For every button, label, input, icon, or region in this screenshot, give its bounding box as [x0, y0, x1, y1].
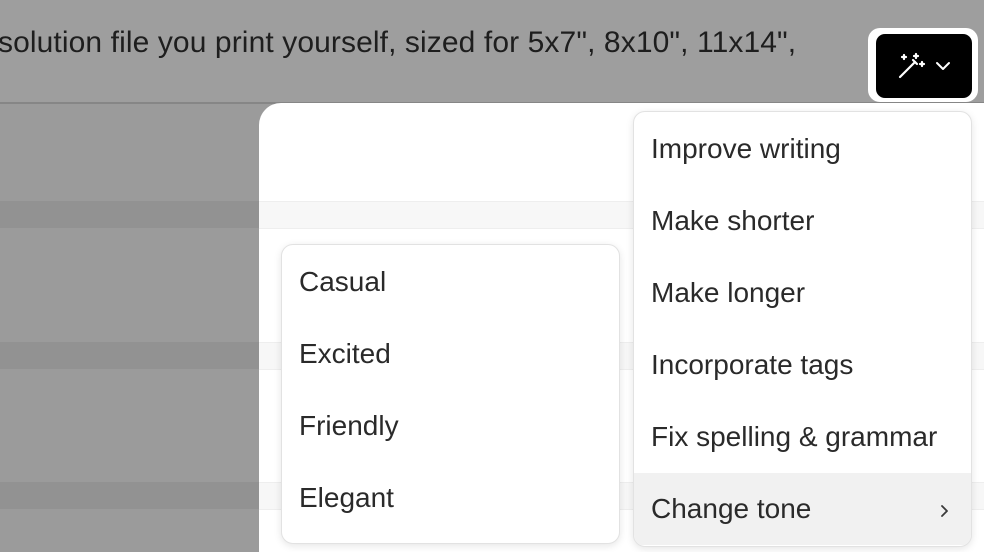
- ai-assist-button[interactable]: [876, 34, 972, 98]
- chevron-right-icon: [937, 493, 951, 525]
- description-text: solution file you print yourself, sized …: [0, 26, 797, 59]
- tone-option-elegant[interactable]: Elegant: [282, 462, 619, 534]
- menu-item-fix-spelling-grammar[interactable]: Fix spelling & grammar: [634, 401, 971, 473]
- ai-actions-menu: Improve writing Make shorter Make longer…: [633, 111, 972, 547]
- chevron-down-icon: [934, 57, 952, 75]
- tone-option-excited[interactable]: Excited: [282, 318, 619, 390]
- change-tone-submenu: Casual Excited Friendly Elegant: [281, 244, 620, 544]
- description-editor[interactable]: solution file you print yourself, sized …: [0, 0, 984, 104]
- menu-item-incorporate-tags[interactable]: Incorporate tags: [634, 329, 971, 401]
- menu-item-improve-writing[interactable]: Improve writing: [634, 113, 971, 185]
- magic-wand-icon: [896, 51, 926, 81]
- menu-item-make-longer[interactable]: Make longer: [634, 257, 971, 329]
- menu-item-change-tone[interactable]: Change tone: [634, 473, 971, 545]
- app-stage: solution file you print yourself, sized …: [0, 0, 984, 552]
- menu-item-make-shorter[interactable]: Make shorter: [634, 185, 971, 257]
- tone-option-casual[interactable]: Casual: [282, 246, 619, 318]
- tone-option-friendly[interactable]: Friendly: [282, 390, 619, 462]
